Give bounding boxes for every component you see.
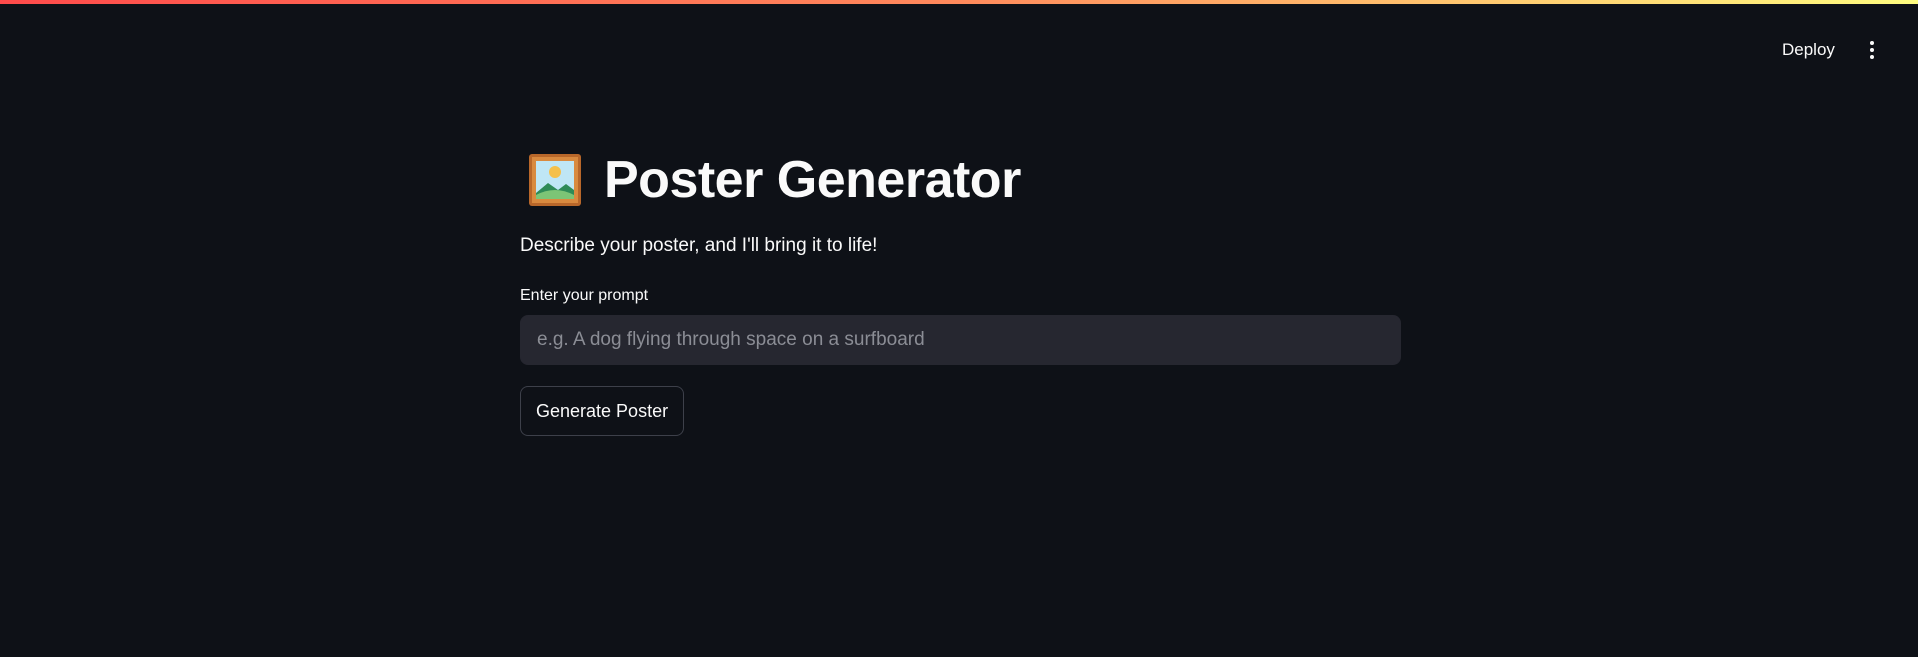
vertical-ellipsis-icon: [1870, 41, 1874, 45]
page-title: Poster Generator: [604, 151, 1021, 209]
title-row: Poster Generator: [520, 140, 1401, 220]
prompt-input[interactable]: [520, 315, 1401, 365]
main-content: Poster Generator Describe your poster, a…: [520, 140, 1401, 436]
main-menu-button[interactable]: [1856, 32, 1888, 68]
framed-picture-icon: [529, 154, 581, 206]
deploy-button[interactable]: Deploy: [1770, 32, 1847, 68]
page-subtitle: Describe your poster, and I'll bring it …: [520, 235, 878, 256]
prompt-label: Enter your prompt: [520, 287, 649, 304]
generate-poster-button[interactable]: Generate Poster: [520, 386, 685, 436]
app-header: Deploy: [0, 4, 1918, 92]
